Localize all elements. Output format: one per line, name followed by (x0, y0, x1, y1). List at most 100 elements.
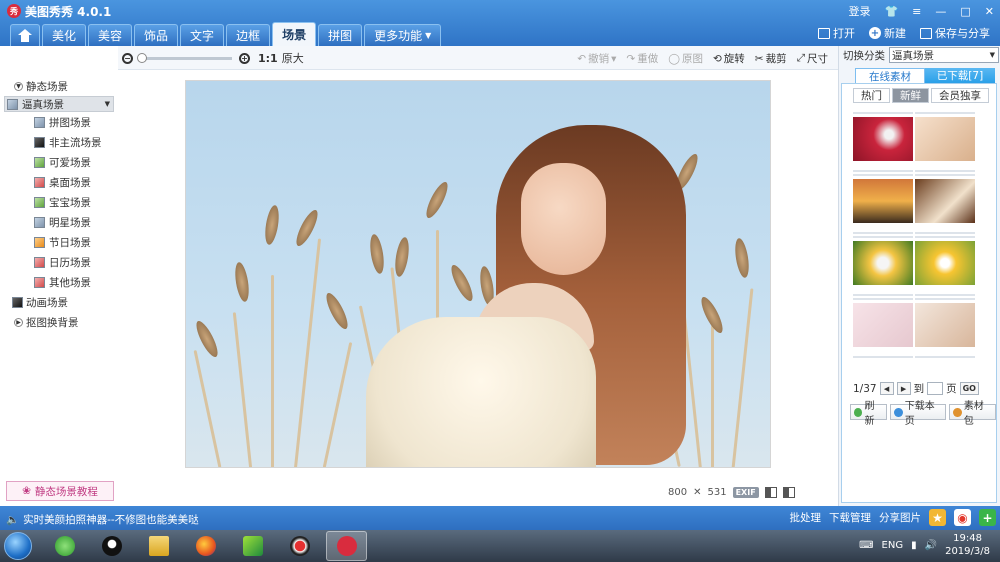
scene-icon (34, 196, 45, 208)
tab-scene[interactable]: 场景 (272, 22, 317, 46)
zoom-out-icon[interactable]: − (122, 52, 133, 64)
material-thumb[interactable] (915, 174, 975, 234)
folder-icon (148, 536, 169, 556)
shirt-icon[interactable]: 👕 (884, 5, 898, 18)
sidebar-item-star[interactable]: 明星场景 (4, 212, 114, 232)
open-button[interactable]: 打开 (818, 25, 855, 41)
tree-node-cutout[interactable]: ▶ 抠图换背景 (0, 312, 118, 332)
refresh-button[interactable]: 刷新 (850, 401, 888, 427)
taskbar-app-explorer[interactable] (138, 531, 179, 561)
actual-size-button[interactable]: 1:1 (258, 52, 278, 65)
sidebar-item-baby[interactable]: 宝宝场景 (4, 192, 114, 212)
star-icon[interactable]: ★ (929, 509, 946, 526)
photo-canvas[interactable] (185, 80, 771, 468)
taskbar-app-firefox[interactable] (185, 531, 226, 561)
tab-accessories[interactable]: 饰品 (134, 24, 179, 46)
taskbar-app-qq[interactable] (91, 531, 132, 561)
prev-page-button[interactable]: ◀ (879, 382, 894, 395)
expand-icon[interactable]: ▶ (14, 317, 23, 327)
menu-icon[interactable]: ≡ (912, 5, 921, 18)
subtab-vip[interactable]: 会员独享 (931, 88, 989, 103)
share-image-button[interactable]: 分享图片 (879, 510, 921, 525)
material-thumb[interactable] (853, 298, 913, 358)
tray-language[interactable]: ENG (882, 540, 904, 551)
sidebar-item-collage[interactable]: 拼图场景 (4, 112, 114, 132)
material-thumb[interactable] (853, 174, 913, 234)
taskbar-app-video[interactable] (232, 531, 273, 561)
material-thumb[interactable] (915, 112, 975, 172)
zoom-in-icon[interactable]: + (239, 52, 250, 64)
tab-collage[interactable]: 拼图 (318, 24, 363, 46)
promo-link[interactable]: 🔈 实时美颜拍照神器--不修图也能美美哒 (6, 512, 199, 527)
redo-icon: ↷ (626, 52, 636, 65)
material-thumb[interactable] (915, 236, 975, 296)
tab-online-materials[interactable]: 在线素材 (855, 68, 925, 83)
zoom-slider[interactable] (137, 52, 232, 63)
material-thumb[interactable] (853, 236, 913, 296)
next-page-button[interactable]: ▶ (896, 382, 911, 395)
download-page-button[interactable]: 下载本页 (890, 401, 947, 427)
tree-node-animated[interactable]: 动画场景 (0, 292, 118, 312)
network-icon[interactable]: ▮ (911, 540, 917, 551)
sidebar-item-realistic[interactable]: 逼真场景 (4, 96, 114, 112)
rotate-button[interactable]: ⟲ 旋转 (713, 51, 745, 66)
tab-beautify[interactable]: 美化 (42, 24, 87, 46)
exif-button[interactable]: EXIF (732, 487, 759, 498)
undo-button[interactable]: ↶ 撤销 ▾ (577, 51, 616, 66)
material-pack-button[interactable]: 素材包 (949, 401, 996, 427)
sidebar-item-label: 可爱场景 (49, 156, 91, 169)
sidebar-item-alternative[interactable]: 非主流场景 (4, 132, 114, 152)
collapse-icon[interactable]: ▼ (14, 81, 23, 91)
download-manager-button[interactable]: 下载管理 (829, 510, 871, 525)
undo-icon: ↶ (577, 52, 587, 65)
login-link[interactable]: 登录 (848, 3, 870, 19)
page-input[interactable] (927, 382, 944, 395)
material-thumb[interactable] (915, 298, 975, 358)
subtab-new[interactable]: 新鲜 (892, 88, 929, 103)
restore-button[interactable]: □ (960, 5, 970, 18)
zoom-slider-thumb[interactable] (137, 52, 147, 63)
tab-border[interactable]: 边框 (226, 24, 271, 46)
minimize-button[interactable]: — (935, 5, 946, 18)
sidebar-item-calendar[interactable]: 日历场景 (4, 252, 114, 272)
tab-text[interactable]: 文字 (180, 24, 225, 46)
redo-button[interactable]: ↷ 重做 (626, 51, 658, 66)
batch-button[interactable]: 批处理 (790, 510, 822, 525)
start-button[interactable] (4, 532, 32, 560)
size-button[interactable]: ⤢ 尺寸 (797, 51, 828, 66)
sidebar-item-desktop[interactable]: 桌面场景 (4, 172, 114, 192)
fullscreen-icon[interactable] (782, 487, 795, 498)
crop-button[interactable]: ✂ 裁剪 (755, 51, 787, 66)
tab-downloaded[interactable]: 已下载[7] (925, 68, 995, 83)
material-thumb[interactable] (853, 112, 913, 172)
reed-stem (293, 238, 322, 467)
save-share-button[interactable]: 保存与分享 (920, 25, 990, 41)
taskbar-app-recorder[interactable] (279, 531, 320, 561)
undo-dropdown-icon[interactable]: ▾ (611, 53, 616, 65)
compare-icon[interactable] (764, 487, 777, 498)
new-button[interactable]: + 新建 (869, 25, 906, 41)
category-select[interactable]: 逼真场景 (889, 47, 999, 63)
tab-more[interactable]: 更多功能 ▼ (364, 24, 442, 46)
taskbar-app-meitu[interactable] (326, 531, 367, 561)
keyboard-icon[interactable]: ⌨ (859, 540, 873, 551)
tab-home[interactable] (10, 24, 40, 46)
subtab-hot[interactable]: 热门 (853, 88, 890, 103)
clock[interactable]: 19:48 2019/3/8 (945, 532, 990, 558)
go-button[interactable]: GO (959, 382, 979, 395)
sidebar-item-other[interactable]: 其他场景 (4, 272, 114, 292)
tree-node-static[interactable]: ▼ 静态场景 (0, 76, 118, 96)
sidebar-item-cute[interactable]: 可爱场景 (4, 152, 114, 172)
static-scene-tutorial-button[interactable]: ❀ 静态场景教程 (6, 481, 114, 501)
add-icon[interactable]: + (979, 509, 996, 526)
reed-stem (322, 342, 353, 467)
close-button[interactable]: ✕ (985, 5, 994, 18)
volume-icon[interactable]: 🔊 (925, 540, 937, 551)
sidebar-item-holiday[interactable]: 节日场景 (4, 232, 114, 252)
original-image-button[interactable]: ◯ 原图 (668, 51, 703, 66)
weibo-icon[interactable]: ◉ (954, 509, 971, 526)
tab-face[interactable]: 美容 (88, 24, 133, 46)
original-size-label[interactable]: 原大 (282, 50, 304, 66)
status-bar: 🔈 实时美颜拍照神器--不修图也能美美哒 批处理 下载管理 分享图片 ★ ◉ + (0, 506, 1000, 530)
taskbar-app-360[interactable] (44, 531, 85, 561)
